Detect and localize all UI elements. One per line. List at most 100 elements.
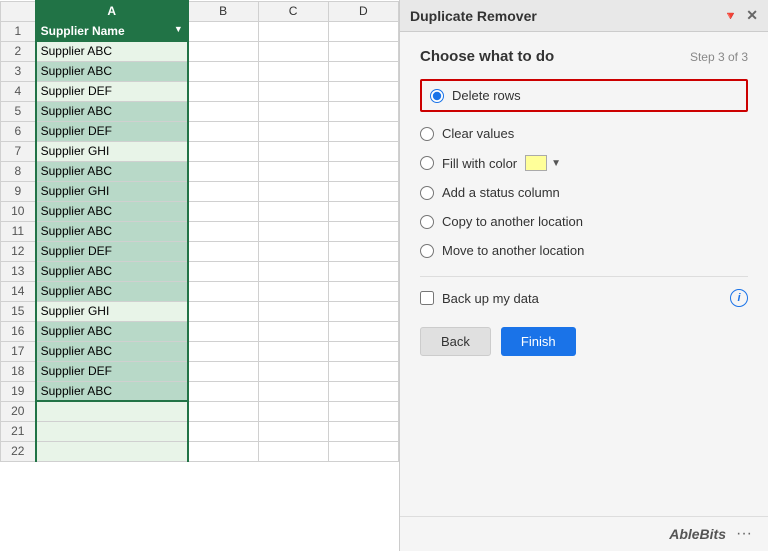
cell-b20[interactable] — [188, 401, 258, 421]
cell-b6[interactable] — [188, 121, 258, 141]
radio-fill-color[interactable] — [420, 156, 434, 170]
cell-d17[interactable] — [328, 341, 398, 361]
cell-b9[interactable] — [188, 181, 258, 201]
cell-a2[interactable]: Supplier ABC — [36, 41, 188, 61]
cell-b3[interactable] — [188, 61, 258, 81]
col-a-header[interactable]: A — [36, 1, 188, 21]
cell-c2[interactable] — [258, 41, 328, 61]
radio-delete-rows[interactable] — [430, 89, 444, 103]
cell-c22[interactable] — [258, 441, 328, 461]
cell-b13[interactable] — [188, 261, 258, 281]
cell-d2[interactable] — [328, 41, 398, 61]
cell-c13[interactable] — [258, 261, 328, 281]
cell-d6[interactable] — [328, 121, 398, 141]
cell-a9[interactable]: Supplier GHI — [36, 181, 188, 201]
cell-a19[interactable]: Supplier ABC — [36, 381, 188, 401]
cell-b5[interactable] — [188, 101, 258, 121]
cell-b18[interactable] — [188, 361, 258, 381]
cell-c19[interactable] — [258, 381, 328, 401]
cell-a10[interactable]: Supplier ABC — [36, 201, 188, 221]
cell-c11[interactable] — [258, 221, 328, 241]
cell-c7[interactable] — [258, 141, 328, 161]
cell-a13[interactable]: Supplier ABC — [36, 261, 188, 281]
cell-a3[interactable]: Supplier ABC — [36, 61, 188, 81]
cell-b15[interactable] — [188, 301, 258, 321]
cell-d5[interactable] — [328, 101, 398, 121]
cell-d22[interactable] — [328, 441, 398, 461]
cell-d8[interactable] — [328, 161, 398, 181]
cell-d3[interactable] — [328, 61, 398, 81]
cell-b16[interactable] — [188, 321, 258, 341]
cell-d21[interactable] — [328, 421, 398, 441]
option-clear-values[interactable]: Clear values — [420, 124, 748, 143]
pin-icon[interactable]: 🔻 — [723, 9, 738, 23]
cell-d13[interactable] — [328, 261, 398, 281]
cell-b10[interactable] — [188, 201, 258, 221]
cell-b21[interactable] — [188, 421, 258, 441]
cell-c16[interactable] — [258, 321, 328, 341]
radio-clear-values[interactable] — [420, 127, 434, 141]
option-move-location[interactable]: Move to another location — [420, 241, 748, 260]
option-fill-color[interactable]: Fill with color ▼ — [420, 153, 748, 173]
cell-a21[interactable] — [36, 421, 188, 441]
option-add-status[interactable]: Add a status column — [420, 183, 748, 202]
cell-b14[interactable] — [188, 281, 258, 301]
color-dropdown-icon[interactable]: ▼ — [551, 158, 561, 169]
close-button[interactable]: ✕ — [746, 7, 758, 24]
cell-a22[interactable] — [36, 441, 188, 461]
cell-a11[interactable]: Supplier ABC — [36, 221, 188, 241]
cell-c17[interactable] — [258, 341, 328, 361]
cell-c6[interactable] — [258, 121, 328, 141]
color-swatch[interactable] — [525, 155, 547, 171]
cell-a16[interactable]: Supplier ABC — [36, 321, 188, 341]
option-delete-rows[interactable]: Delete rows — [430, 86, 738, 105]
cell-a12[interactable]: Supplier DEF — [36, 241, 188, 261]
cell-b4[interactable] — [188, 81, 258, 101]
finish-button[interactable]: Finish — [501, 327, 576, 356]
radio-copy-location[interactable] — [420, 215, 434, 229]
cell-d11[interactable] — [328, 221, 398, 241]
cell-a17[interactable]: Supplier ABC — [36, 341, 188, 361]
cell-b2[interactable] — [188, 41, 258, 61]
option-copy-location[interactable]: Copy to another location — [420, 212, 748, 231]
cell-a8[interactable]: Supplier ABC — [36, 161, 188, 181]
cell-b7[interactable] — [188, 141, 258, 161]
cell-d7[interactable] — [328, 141, 398, 161]
cell-a7[interactable]: Supplier GHI — [36, 141, 188, 161]
cell-a5[interactable]: Supplier ABC — [36, 101, 188, 121]
cell-d12[interactable] — [328, 241, 398, 261]
ablebits-menu-icon[interactable]: ··· — [736, 525, 752, 543]
back-button[interactable]: Back — [420, 327, 491, 356]
cell-c4[interactable] — [258, 81, 328, 101]
cell-c5[interactable] — [258, 101, 328, 121]
cell-c20[interactable] — [258, 401, 328, 421]
cell-a18[interactable]: Supplier DEF — [36, 361, 188, 381]
cell-c3[interactable] — [258, 61, 328, 81]
cell-d10[interactable] — [328, 201, 398, 221]
cell-d19[interactable] — [328, 381, 398, 401]
cell-d14[interactable] — [328, 281, 398, 301]
cell-c9[interactable] — [258, 181, 328, 201]
backup-checkbox[interactable] — [420, 291, 434, 305]
cell-b8[interactable] — [188, 161, 258, 181]
cell-c8[interactable] — [258, 161, 328, 181]
cell-d20[interactable] — [328, 401, 398, 421]
cell-a14[interactable]: Supplier ABC — [36, 281, 188, 301]
cell-b19[interactable] — [188, 381, 258, 401]
cell-c10[interactable] — [258, 201, 328, 221]
cell-b17[interactable] — [188, 341, 258, 361]
cell-d15[interactable] — [328, 301, 398, 321]
cell-c21[interactable] — [258, 421, 328, 441]
cell-b12[interactable] — [188, 241, 258, 261]
cell-a6[interactable]: Supplier DEF — [36, 121, 188, 141]
filter-icon[interactable]: ▼ — [174, 24, 183, 34]
cell-c18[interactable] — [258, 361, 328, 381]
cell-d4[interactable] — [328, 81, 398, 101]
cell-d16[interactable] — [328, 321, 398, 341]
cell-d9[interactable] — [328, 181, 398, 201]
cell-d18[interactable] — [328, 361, 398, 381]
cell-c12[interactable] — [258, 241, 328, 261]
cell-b22[interactable] — [188, 441, 258, 461]
cell-a15[interactable]: Supplier GHI — [36, 301, 188, 321]
cell-c14[interactable] — [258, 281, 328, 301]
